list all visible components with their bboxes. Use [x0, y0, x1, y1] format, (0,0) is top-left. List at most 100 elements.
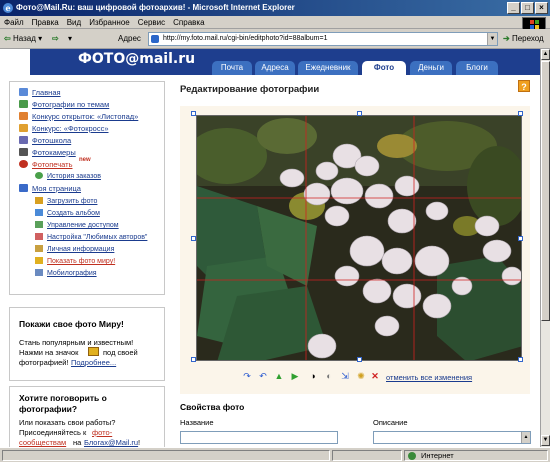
nav-upload-photo[interactable]: Загрузить фото [35, 197, 97, 206]
menu-tools[interactable]: Сервис [134, 16, 169, 29]
photo-communities-link-2[interactable]: сообществам [19, 438, 66, 447]
menu-favorites[interactable]: Избранное [85, 16, 134, 29]
my-page-icon [19, 184, 28, 192]
nav-show-photo-world[interactable]: Показать фото миру! [35, 257, 115, 266]
site-logo[interactable]: ФОТО@mail.ru [78, 51, 195, 67]
menu-view[interactable]: Вид [63, 16, 85, 29]
themes-icon [19, 100, 28, 108]
rotate-left-icon[interactable]: ↶ [258, 371, 268, 381]
nav-home[interactable]: Главная [19, 88, 61, 98]
nav-mobilography[interactable]: Мобилография [35, 269, 97, 278]
flip-vertical-icon[interactable]: ▲ [274, 371, 284, 381]
show-world-icon [88, 347, 99, 356]
window-title: Фото@Mail.Ru: ваш цифровой фотоархив! - … [16, 3, 295, 12]
tab-blogs[interactable]: Блоги [456, 61, 498, 75]
nav-contest-cards[interactable]: Конкурс открыток: «Листопад» [19, 112, 138, 122]
show-world-icon [35, 257, 43, 264]
nav-favorite-authors[interactable]: Настройка "Любимых авторов" [35, 233, 147, 242]
rotate-right-icon[interactable]: ↷ [242, 371, 252, 381]
access-icon [35, 221, 43, 228]
promo-show-photo-line2: Нажми на значок [19, 348, 79, 357]
nav-create-album[interactable]: Создать альбом [35, 209, 100, 218]
menu-bar: Файл Правка Вид Избранное Сервис Справка [0, 16, 550, 29]
crop-handle-top[interactable] [357, 111, 362, 116]
blogs-mail-link[interactable]: Блогах@Mail.ru [84, 438, 138, 447]
address-input[interactable]: http://my.foto.mail.ru/cgi-bin/editphoto… [148, 32, 498, 46]
photo-name-input[interactable] [180, 431, 338, 444]
promo-show-photo-title: Покажи свое фото Миру! [19, 319, 124, 329]
nav-personal-info[interactable]: Личная информация [35, 245, 114, 254]
scroll-up-icon[interactable]: ▲ [541, 49, 550, 60]
contrast-icon[interactable]: ◑ [308, 371, 318, 381]
crop-handle-bottom-right[interactable] [518, 357, 523, 362]
address-dropdown[interactable]: ▼ [487, 33, 497, 45]
description-label: Описание [373, 418, 408, 427]
status-bar: Интернет [0, 447, 550, 462]
print-icon [19, 160, 28, 168]
nav-my-page[interactable]: Моя страница [19, 184, 81, 194]
close-button[interactable]: × [535, 2, 548, 14]
photo-description-textarea[interactable]: ▲ [373, 431, 531, 444]
nav-photoprint[interactable]: Фотопечать [19, 160, 72, 170]
back-button[interactable]: ⇦ Назад ▾ [4, 32, 42, 46]
mobile-icon [35, 269, 43, 276]
promo-blogs-title-1: Хотите поговорить о [19, 393, 107, 403]
ie-icon: e [3, 3, 13, 13]
nav-order-history[interactable]: История заказов [35, 172, 101, 181]
nav-cameras[interactable]: Фотокамеры [19, 148, 76, 158]
internet-zone-icon [408, 452, 416, 460]
minimize-button[interactable]: _ [507, 2, 520, 14]
status-progress-area [332, 450, 402, 461]
promo-blogs-line1: Или показать свои работы? [19, 418, 116, 427]
menu-help[interactable]: Справка [169, 16, 208, 29]
nav-themes[interactable]: Фотографии по темам [19, 100, 109, 110]
vertical-scrollbar[interactable]: ▲ ▼ [540, 49, 550, 447]
photo-communities-link-1[interactable]: фото- [92, 428, 112, 438]
page-title: Редактирование фотографии [180, 84, 320, 95]
forward-button[interactable]: ⇨ [52, 32, 59, 46]
scrollbar-thumb[interactable] [541, 61, 550, 321]
tab-calendar[interactable]: Ежедневник [298, 61, 358, 75]
nav-contest-photocross[interactable]: Конкурс: «Фотокросс» [19, 124, 109, 134]
scroll-down-icon[interactable]: ▼ [541, 435, 550, 446]
crop-handle-bottom[interactable] [357, 357, 362, 362]
edit-toolbar: ↷ ↶ ▲ ▶ ◑ ◐ ⇲ ✺ ✕ [180, 369, 530, 385]
tab-money[interactable]: Деньги [410, 61, 452, 75]
tab-mail[interactable]: Почта [212, 61, 252, 75]
promo-show-photo-line4: фотографией! [19, 358, 69, 367]
crop-handle-right[interactable] [518, 236, 523, 241]
brightness-icon[interactable]: ✺ [356, 371, 366, 381]
back-arrow-icon: ⇦ [4, 34, 11, 43]
cancel-all-changes-link[interactable]: отменить все изменения [386, 373, 472, 382]
tab-photo[interactable]: Фото [362, 61, 406, 75]
textarea-scroll-up-icon[interactable]: ▲ [521, 432, 530, 443]
menu-edit[interactable]: Правка [28, 16, 63, 29]
camera-icon [19, 148, 28, 156]
forward-dropdown[interactable]: ▾ [68, 32, 72, 46]
flip-horizontal-icon[interactable]: ▶ [290, 371, 300, 381]
home-icon [19, 88, 28, 96]
crop-icon[interactable]: ⇲ [340, 371, 350, 381]
name-label: Название [180, 418, 214, 427]
nav-photoschool[interactable]: Фотошкола [19, 136, 71, 146]
cancel-icon[interactable]: ✕ [370, 371, 380, 381]
photo-canvas[interactable] [196, 115, 522, 361]
crop-handle-top-right[interactable] [518, 111, 523, 116]
crop-handle-bottom-left[interactable] [191, 357, 196, 362]
nav-access-control[interactable]: Управление доступом [35, 221, 119, 230]
tab-contacts[interactable]: Адреса [255, 61, 295, 75]
promo-more-link[interactable]: Подробнее... [71, 358, 116, 368]
new-badge: new [79, 157, 91, 163]
photo-properties-title: Свойства фото [180, 402, 245, 412]
crop-handle-top-left[interactable] [191, 111, 196, 116]
grayscale-icon[interactable]: ◐ [324, 371, 334, 381]
menu-file[interactable]: Файл [0, 16, 28, 29]
crop-handle-left[interactable] [191, 236, 196, 241]
mushroom-photo-image [197, 116, 521, 360]
go-button[interactable]: ➔ Переход [503, 32, 544, 46]
help-icon[interactable]: ? [518, 80, 530, 92]
personal-info-icon [35, 245, 43, 252]
address-label: Адрес [118, 34, 141, 43]
maximize-button[interactable]: □ [521, 2, 534, 14]
upload-icon [35, 197, 43, 204]
